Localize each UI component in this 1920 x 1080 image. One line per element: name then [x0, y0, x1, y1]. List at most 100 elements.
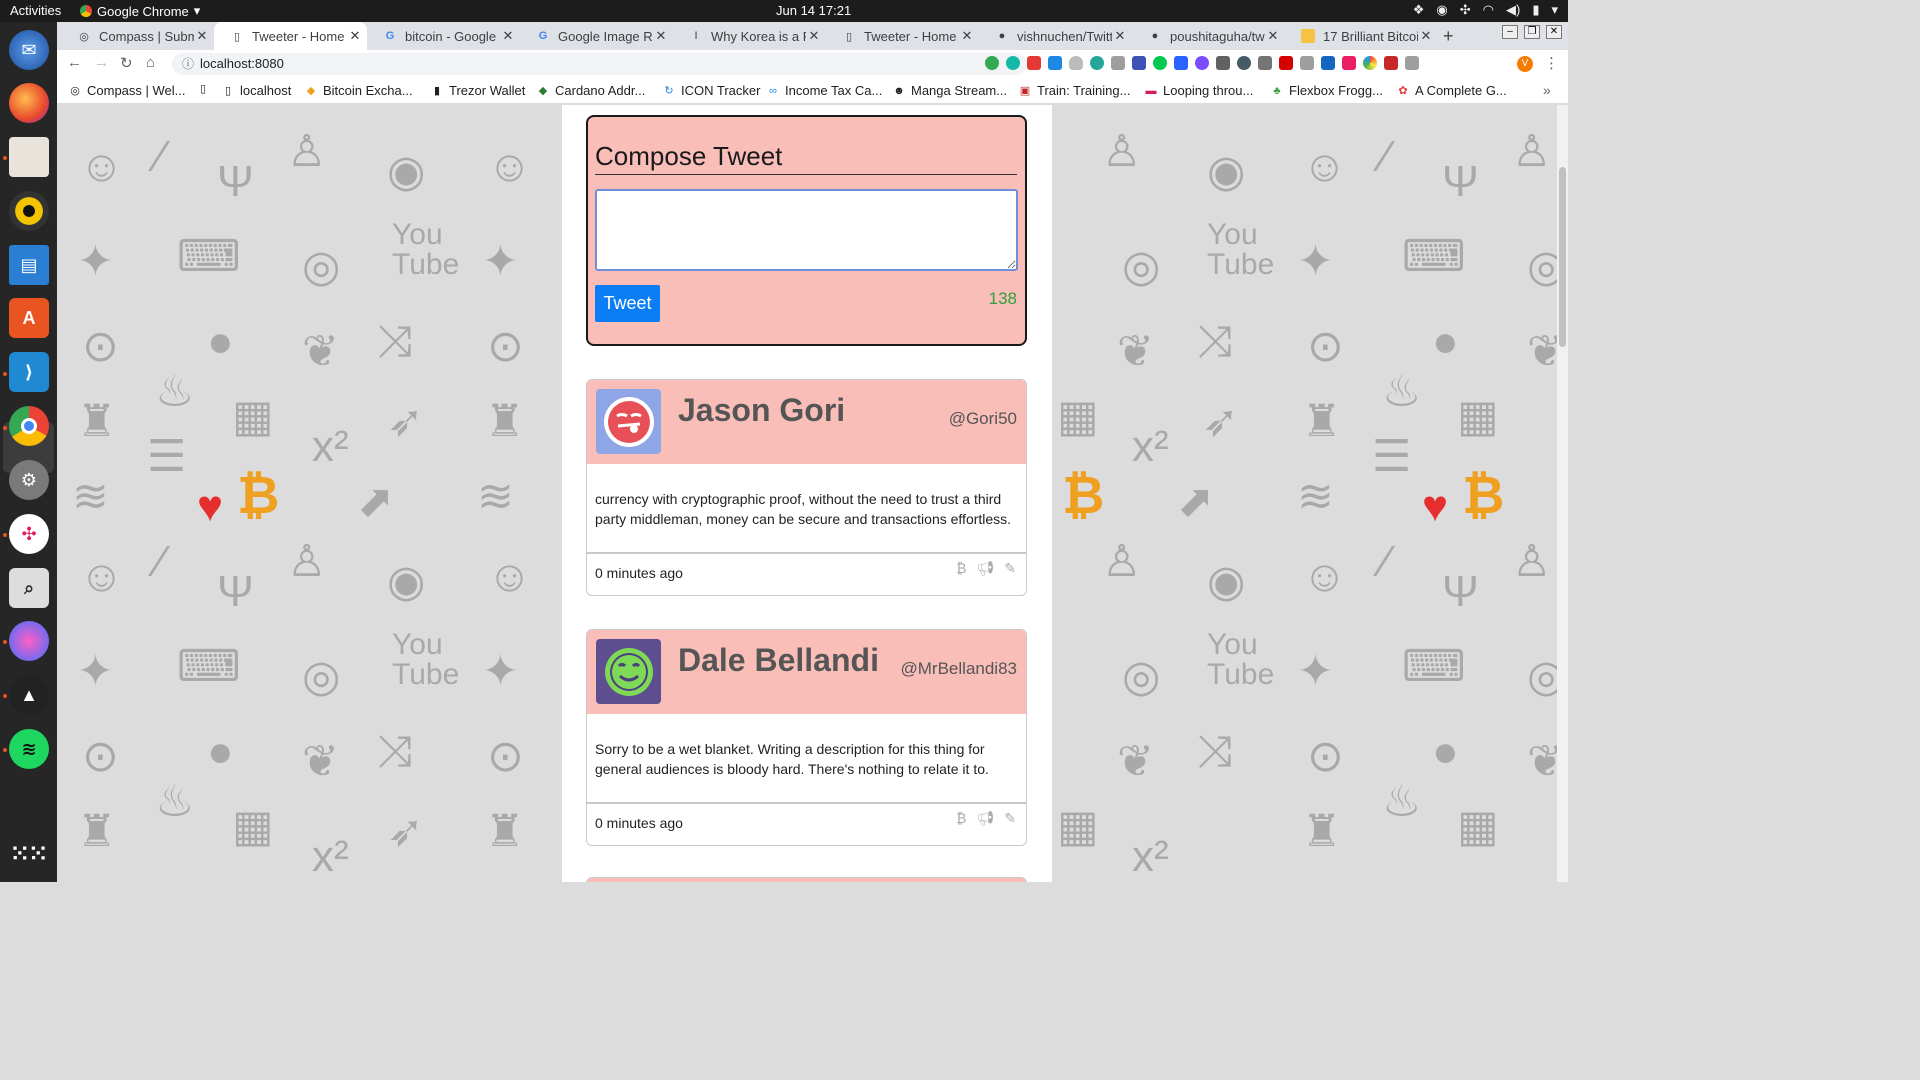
- home-button[interactable]: ⌂: [146, 54, 155, 71]
- tab[interactable]: ◎ Compass | Submit ✕: [61, 22, 214, 50]
- megaphone-icon[interactable]: 📢︎: [976, 810, 994, 827]
- tweet-button[interactable]: Tweet: [595, 285, 660, 322]
- more-menu-icon[interactable]: ⋮: [1544, 54, 1559, 72]
- feather-icon[interactable]: ✎: [1004, 810, 1016, 827]
- back-button[interactable]: ←: [67, 54, 82, 71]
- bitcoin-icon[interactable]: ₿: [956, 560, 966, 577]
- maximize-button[interactable]: ❐: [1524, 25, 1540, 39]
- extension-icon[interactable]: [1216, 56, 1230, 70]
- close-icon[interactable]: ✕: [653, 28, 669, 44]
- scrollbar-thumb[interactable]: [1559, 167, 1566, 347]
- chrome-dock-icon[interactable]: [9, 406, 49, 446]
- minimize-button[interactable]: –: [1502, 25, 1518, 39]
- extension-icon[interactable]: [1027, 56, 1041, 70]
- extension-icon[interactable]: [1111, 56, 1125, 70]
- close-icon[interactable]: ✕: [959, 28, 975, 44]
- system-tray[interactable]: ❖ ◉ ✣ ◠ ◀) ▮ ▾: [1413, 2, 1558, 18]
- extension-icon[interactable]: [985, 56, 999, 70]
- tab[interactable]: ● poushitaguha/tw ✕: [1132, 22, 1285, 50]
- extension-icon[interactable]: [1237, 56, 1251, 70]
- battery-icon[interactable]: ▮: [1532, 2, 1539, 18]
- bitcoin-icon[interactable]: ₿: [956, 810, 966, 827]
- tweet-textarea[interactable]: [595, 189, 1018, 271]
- close-icon[interactable]: ✕: [500, 28, 516, 44]
- extension-icon[interactable]: [1069, 56, 1083, 70]
- bookmark[interactable]: ◆ Bitcoin Excha...: [305, 83, 413, 98]
- chrome-tray-icon[interactable]: ◉: [1436, 2, 1447, 18]
- close-icon[interactable]: ✕: [194, 28, 210, 44]
- page-scrollbar[interactable]: [1557, 105, 1568, 882]
- extension-icon[interactable]: [1321, 56, 1335, 70]
- extension-icon[interactable]: [1195, 56, 1209, 70]
- info-icon[interactable]: ⓘ: [182, 53, 194, 75]
- tab[interactable]: G Google Image Res ✕: [520, 22, 673, 50]
- bookmark[interactable]: ▯ localhost: [222, 83, 291, 98]
- wifi-icon[interactable]: ◠: [1483, 2, 1494, 18]
- profile-avatar[interactable]: V: [1517, 56, 1533, 72]
- extension-icon[interactable]: [1174, 56, 1188, 70]
- vscode-icon[interactable]: ⟩: [9, 352, 49, 392]
- bookmark[interactable]: ∞ Income Tax Ca...: [767, 83, 882, 98]
- megaphone-icon[interactable]: 📢︎: [976, 560, 994, 577]
- settings-icon[interactable]: ⚙: [9, 460, 49, 500]
- extension-icon[interactable]: [1384, 56, 1398, 70]
- chevron-right-icon[interactable]: »: [1543, 82, 1551, 98]
- close-icon[interactable]: ✕: [347, 28, 363, 44]
- krita-icon[interactable]: [9, 621, 49, 661]
- tab[interactable]: ● vishnuchen/Twitt ✕: [979, 22, 1132, 50]
- bookmark[interactable]: ✿ A Complete G...: [1397, 83, 1506, 98]
- close-icon[interactable]: ✕: [1418, 28, 1434, 44]
- extension-icon[interactable]: [1090, 56, 1104, 70]
- firefox-icon[interactable]: [9, 83, 49, 123]
- bookmark[interactable]: ▣ Train: Training...: [1019, 83, 1131, 98]
- extension-icon[interactable]: [1363, 56, 1377, 70]
- inkscape-icon[interactable]: ▲: [9, 675, 49, 715]
- feather-icon[interactable]: ✎: [1004, 560, 1016, 577]
- extension-icon[interactable]: [1300, 56, 1314, 70]
- extension-icon[interactable]: [1258, 56, 1272, 70]
- tab[interactable]: 17 Brilliant Bitcoi ✕: [1285, 22, 1438, 50]
- new-tab-button[interactable]: +: [1443, 26, 1454, 47]
- software-center-icon[interactable]: A: [9, 298, 49, 338]
- show-apps-icon[interactable]: ⁙⁙: [9, 834, 49, 874]
- clock[interactable]: Jun 14 17:21: [776, 3, 851, 18]
- reload-button[interactable]: ↻: [120, 54, 133, 72]
- forward-button[interactable]: →: [94, 54, 109, 71]
- tab[interactable]: ▯ Tweeter - Home Pa ✕: [826, 22, 979, 50]
- bookmark[interactable]: ▮ Trezor Wallet: [431, 83, 525, 98]
- app-menu[interactable]: Google Chrome ▾: [80, 3, 200, 19]
- activities-button[interactable]: Activities: [10, 3, 61, 18]
- close-window-button[interactable]: ✕: [1546, 25, 1562, 39]
- rhythmbox-icon[interactable]: [9, 191, 49, 231]
- extension-icon[interactable]: [1153, 56, 1167, 70]
- address-bar[interactable]: ⓘ localhost:8080 ★: [172, 53, 1027, 75]
- extension-icon[interactable]: [1405, 56, 1419, 70]
- spotify-icon[interactable]: ≋: [9, 729, 49, 769]
- bookmark[interactable]: ◆ Cardano Addr...: [537, 83, 646, 98]
- slack-tray-icon[interactable]: ✣: [1460, 2, 1471, 18]
- bookmark[interactable]: ☻ Manga Stream...: [893, 83, 1007, 98]
- bookmark[interactable]: ↻ ICON Tracker: [663, 83, 760, 98]
- tab[interactable]: I Why Korea is a Pri ✕: [673, 22, 826, 50]
- slack-icon[interactable]: ✣: [9, 514, 49, 554]
- close-icon[interactable]: ✕: [1265, 28, 1281, 44]
- power-menu-icon[interactable]: ▾: [1551, 2, 1558, 18]
- extension-icon[interactable]: [1342, 56, 1356, 70]
- bookmark[interactable]: ♣ Flexbox Frogg...: [1271, 83, 1383, 98]
- writer-icon[interactable]: ▤: [9, 245, 49, 285]
- tab-active[interactable]: ▯ Tweeter - Home Pa ✕: [214, 22, 367, 50]
- search-tool-icon[interactable]: ⌕: [9, 568, 49, 608]
- thunderbird-icon[interactable]: ✉: [9, 30, 49, 70]
- close-icon[interactable]: ✕: [806, 28, 822, 44]
- volume-icon[interactable]: ◀): [1506, 2, 1520, 18]
- dropbox-icon[interactable]: ❖: [1413, 2, 1425, 18]
- extension-icon[interactable]: [1006, 56, 1020, 70]
- bookmark[interactable]: ▯: [197, 83, 209, 95]
- extension-icon[interactable]: [1132, 56, 1146, 70]
- tab[interactable]: G bitcoin - Google S ✕: [367, 22, 520, 50]
- bookmark[interactable]: ▬ Looping throu...: [1145, 83, 1254, 98]
- extension-icon[interactable]: [1279, 56, 1293, 70]
- bookmark[interactable]: ◎ Compass | Wel...: [69, 83, 185, 98]
- files-icon[interactable]: [9, 137, 49, 177]
- extension-icon[interactable]: [1048, 56, 1062, 70]
